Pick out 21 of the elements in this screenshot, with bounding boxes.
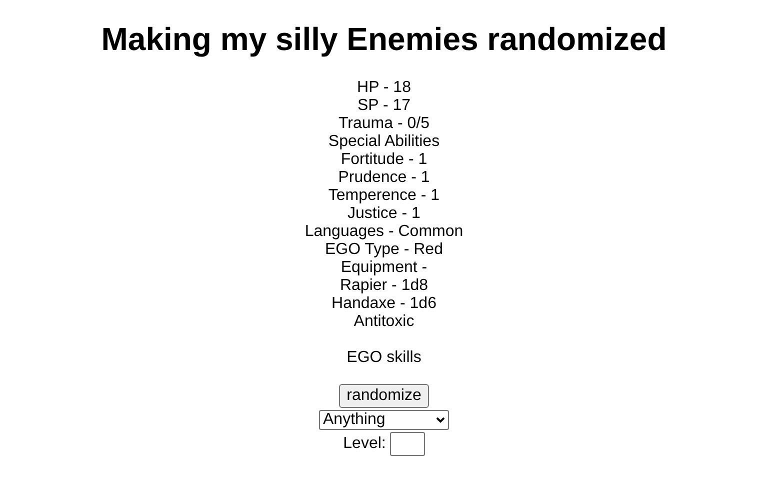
stat-line: HP - 18 [357, 79, 411, 97]
randomize-button[interactable]: randomize [338, 384, 430, 408]
chevron-down-icon [436, 417, 445, 423]
stat-line: Justice - 1 [348, 205, 420, 223]
stat-line: Antitoxic [354, 313, 414, 331]
stat-line: Handaxe - 1d6 [332, 295, 436, 313]
stat-line: SP - 17 [357, 97, 411, 115]
stat-line: Prudence - 1 [338, 169, 430, 187]
stat-line: Trauma - 0/5 [338, 115, 430, 133]
stat-line: EGO Type - Red [325, 241, 443, 259]
page-title: Making my silly Enemies randomized [101, 21, 667, 58]
stat-line: Special Abilities [328, 133, 440, 151]
type-select[interactable]: Anything [319, 410, 449, 430]
stat-line: Fortitude - 1 [340, 151, 428, 169]
level-input[interactable] [390, 432, 425, 456]
stat-line: Rapier - 1d8 [340, 277, 428, 295]
ego-skills-label: EGO skills [346, 349, 422, 367]
stat-line: Temperence - 1 [328, 187, 440, 205]
level-label: Level: [343, 435, 386, 453]
stat-line: Equipment - [340, 259, 428, 277]
stat-line: Languages - Common [304, 223, 464, 241]
